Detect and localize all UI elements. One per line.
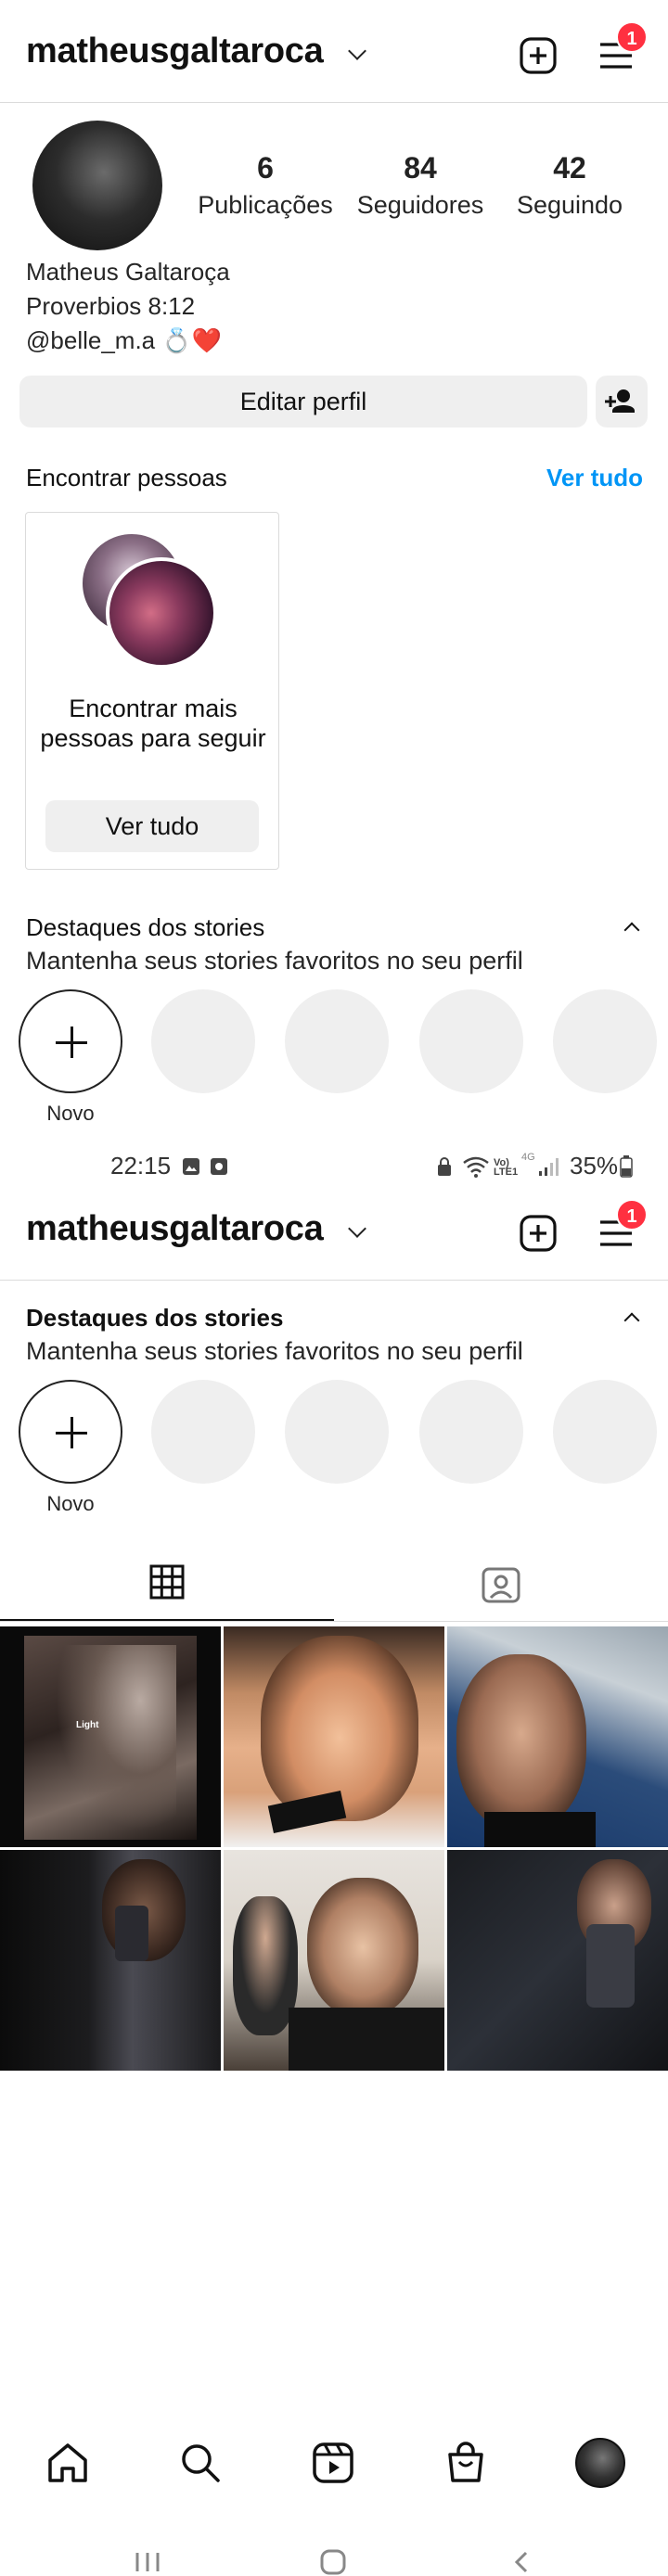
lock-icon bbox=[438, 1157, 451, 1176]
suggestions-see-all-link[interactable]: Ver tudo bbox=[546, 464, 643, 492]
gallery-icon bbox=[183, 1158, 199, 1175]
profile-header: matheusgaltaroca 1 bbox=[0, 0, 668, 102]
battery-icon bbox=[620, 1155, 633, 1178]
signal-icon bbox=[539, 1158, 559, 1176]
highlights-subtitle: Mantenha seus stories favoritos no seu p… bbox=[26, 947, 523, 975]
suggestions-title: Encontrar pessoas bbox=[26, 464, 227, 491]
stat-followers-count: 84 bbox=[404, 151, 437, 185]
highlight-placeholder bbox=[285, 989, 389, 1093]
suggestion-see-all-button[interactable]: Ver tudo bbox=[45, 800, 259, 852]
new-highlight-label: Novo bbox=[46, 1492, 95, 1515]
discover-people-button[interactable] bbox=[596, 376, 648, 427]
grid-icon[interactable] bbox=[149, 1564, 185, 1600]
post-photo-detail bbox=[289, 2008, 444, 2071]
profile-name: Matheus Galtaroça bbox=[26, 258, 230, 286]
grid-post[interactable] bbox=[224, 1626, 444, 1847]
highlights-subtitle: Mantenha seus stories favoritos no seu p… bbox=[26, 1337, 523, 1365]
suggestion-card: Encontrar mais pessoas para seguir Ver t… bbox=[25, 512, 279, 870]
post-overlay-text: Light bbox=[76, 1720, 99, 1730]
create-post-icon[interactable] bbox=[518, 35, 559, 76]
highlight-placeholder bbox=[285, 1380, 389, 1484]
grid-post[interactable] bbox=[447, 1626, 668, 1847]
status-time: 22:15 bbox=[110, 1152, 172, 1180]
username-switcher[interactable]: matheusgaltaroca bbox=[26, 1209, 324, 1249]
highlights-title: Destaques dos stories bbox=[26, 913, 265, 941]
highlights-title: Destaques dos stories bbox=[26, 1304, 284, 1332]
stat-followers[interactable]: 84 Seguidores bbox=[351, 151, 490, 220]
highlight-placeholder bbox=[553, 1380, 657, 1484]
post-photo-detail bbox=[115, 1906, 148, 1961]
new-highlight-button[interactable] bbox=[19, 1380, 122, 1484]
profile-avatar[interactable] bbox=[32, 121, 162, 250]
search-icon[interactable] bbox=[177, 2440, 224, 2486]
battery-percent: 35% bbox=[570, 1152, 619, 1180]
add-person-icon bbox=[605, 389, 635, 413]
post-photo-detail bbox=[484, 1812, 596, 1847]
notification-badge: 1 bbox=[616, 1199, 648, 1231]
highlight-placeholder bbox=[151, 989, 255, 1093]
highlight-placeholder bbox=[151, 1380, 255, 1484]
tabs-divider bbox=[0, 1621, 668, 1622]
highlight-placeholder bbox=[419, 989, 523, 1093]
back-icon[interactable] bbox=[512, 2551, 531, 2573]
reels-icon[interactable] bbox=[310, 2440, 356, 2486]
grid-post[interactable]: Light bbox=[0, 1626, 221, 1847]
create-post-icon[interactable] bbox=[518, 1213, 559, 1254]
notification-badge: 1 bbox=[616, 21, 648, 53]
home-icon[interactable] bbox=[45, 2440, 91, 2486]
profile-avatar[interactable] bbox=[575, 2438, 625, 2488]
header-divider bbox=[0, 102, 668, 103]
wifi-icon bbox=[463, 1156, 489, 1178]
stat-following-count: 42 bbox=[553, 151, 586, 185]
username-switcher[interactable]: matheusgaltaroca bbox=[26, 32, 324, 71]
highlight-placeholder bbox=[419, 1380, 523, 1484]
tagged-icon[interactable] bbox=[482, 1564, 520, 1603]
signal-label: 4G bbox=[521, 1152, 535, 1163]
recent-apps-icon[interactable] bbox=[134, 2551, 161, 2573]
network-label: Vo) LTE1 bbox=[494, 1157, 519, 1178]
post-photo-overlay bbox=[56, 1645, 176, 1830]
chevron-up-icon[interactable] bbox=[623, 922, 640, 938]
shop-icon[interactable] bbox=[443, 2440, 489, 2486]
profile-mention-link[interactable]: @belle_m.a 💍❤️ bbox=[26, 323, 222, 358]
suggestion-card-text: Encontrar mais pessoas para seguir bbox=[40, 695, 266, 752]
post-photo bbox=[307, 1878, 418, 2017]
home-button-icon[interactable] bbox=[319, 2549, 347, 2575]
stat-following[interactable]: 42 Seguindo bbox=[507, 151, 633, 220]
screenshot-icon bbox=[211, 1158, 227, 1175]
edit-profile-button[interactable]: Editar perfil bbox=[19, 376, 587, 427]
grid-post[interactable] bbox=[447, 1850, 668, 2071]
chevron-up-icon[interactable] bbox=[623, 1312, 640, 1329]
grid-post[interactable] bbox=[0, 1850, 221, 2071]
post-photo bbox=[456, 1654, 586, 1830]
new-highlight-label: Novo bbox=[46, 1102, 95, 1125]
header-divider bbox=[0, 1280, 668, 1281]
stat-posts-label: Publicações bbox=[198, 191, 333, 219]
stat-followers-label: Seguidores bbox=[356, 191, 484, 219]
stat-posts-count: 6 bbox=[257, 151, 274, 185]
grid-post[interactable] bbox=[224, 1850, 444, 2071]
post-photo-detail bbox=[586, 1924, 635, 2008]
profile-bio: Proverbios 8:12 bbox=[26, 292, 196, 320]
new-highlight-button[interactable] bbox=[19, 989, 122, 1093]
chevron-down-icon[interactable] bbox=[348, 42, 366, 60]
profile-header: matheusgaltaroca 1 bbox=[0, 1178, 668, 1280]
highlight-placeholder bbox=[553, 989, 657, 1093]
stat-posts[interactable]: 6 Publicações bbox=[195, 151, 336, 220]
chevron-down-icon[interactable] bbox=[348, 1219, 366, 1238]
suggestion-avatar bbox=[106, 557, 217, 669]
stat-following-label: Seguindo bbox=[516, 191, 623, 219]
